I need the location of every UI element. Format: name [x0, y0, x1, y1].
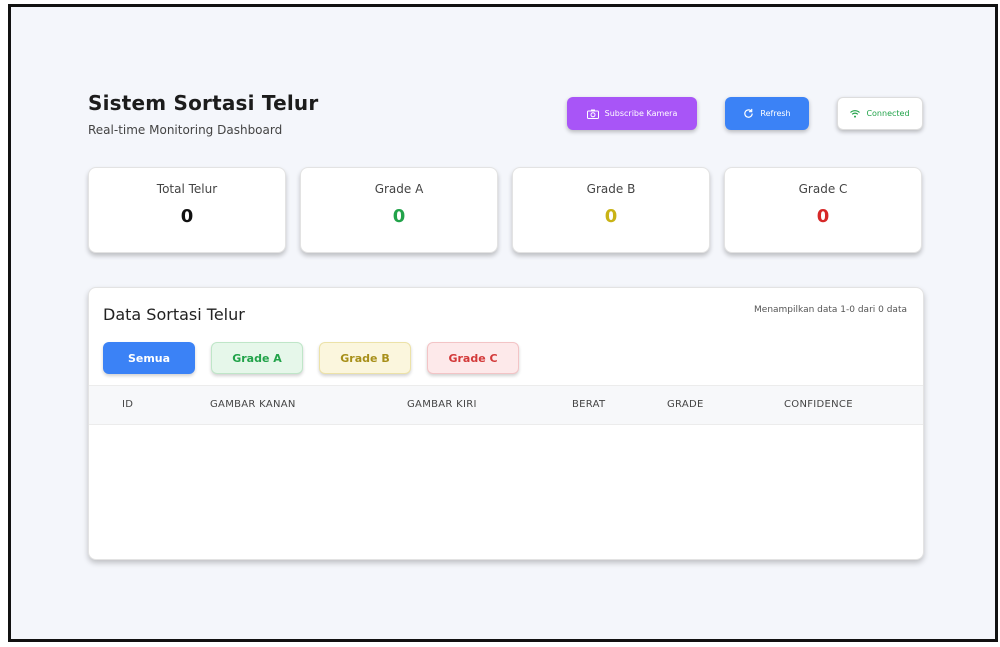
stat-value: 0 — [816, 206, 830, 227]
app-frame: Sistem Sortasi Telur Real-time Monitorin… — [8, 4, 998, 642]
table-body — [89, 425, 923, 559]
filter-grade-c-button[interactable]: Grade C — [427, 342, 519, 374]
column-header-confidence: CONFIDENCE — [784, 399, 853, 410]
refresh-button[interactable]: Refresh — [725, 97, 809, 130]
page-subtitle: Real-time Monitoring Dashboard — [88, 123, 283, 137]
stat-label: Total Telur — [156, 182, 218, 196]
table-title: Data Sortasi Telur — [103, 305, 245, 324]
page-header: Sistem Sortasi Telur Real-time Monitorin… — [88, 91, 318, 137]
grade-filter-group: Semua Grade A Grade B Grade C — [103, 342, 519, 374]
refresh-icon — [743, 108, 754, 119]
column-header-weight: BERAT — [572, 399, 606, 410]
refresh-label: Refresh — [760, 109, 791, 118]
column-header-left-image: GAMBAR KIRI — [407, 399, 477, 410]
subscribe-camera-button[interactable]: Subscribe Kamera — [567, 97, 697, 130]
stat-label: Grade B — [586, 182, 636, 196]
stat-card-grade-b: Grade B 0 — [512, 167, 710, 253]
camera-icon — [586, 109, 599, 119]
connection-status-label: Connected — [866, 109, 910, 118]
header-actions: Subscribe Kamera Refresh Connected — [567, 97, 923, 130]
filter-grade-b-button[interactable]: Grade B — [319, 342, 411, 374]
subscribe-camera-label: Subscribe Kamera — [604, 109, 678, 118]
stat-value: 0 — [180, 206, 194, 227]
stat-label: Grade C — [798, 182, 848, 196]
stat-card-total: Total Telur 0 — [88, 167, 286, 253]
stat-value: 0 — [392, 206, 406, 227]
egg-data-panel: Data Sortasi Telur Menampilkan data 1-0 … — [88, 287, 924, 560]
filter-grade-a-button[interactable]: Grade A — [211, 342, 303, 374]
column-header-id: ID — [122, 399, 134, 410]
stat-card-grade-a: Grade A 0 — [300, 167, 498, 253]
table-pagination-info: Menampilkan data 1-0 dari 0 data — [754, 305, 907, 315]
stat-card-grade-c: Grade C 0 — [724, 167, 922, 253]
page-title: Sistem Sortasi Telur — [88, 91, 319, 115]
stats-row: Total Telur 0 Grade A 0 Grade B 0 Grade … — [88, 167, 922, 253]
stat-label: Grade A — [374, 182, 424, 196]
column-header-right-image: GAMBAR KANAN — [210, 399, 296, 410]
table-header: ID GAMBAR KANAN GAMBAR KIRI BERAT GRADE … — [89, 385, 923, 425]
filter-all-button[interactable]: Semua — [103, 342, 195, 374]
wifi-icon — [850, 109, 861, 118]
stat-value: 0 — [604, 206, 618, 227]
connection-status-button[interactable]: Connected — [837, 97, 923, 130]
column-header-grade: GRADE — [667, 399, 704, 410]
